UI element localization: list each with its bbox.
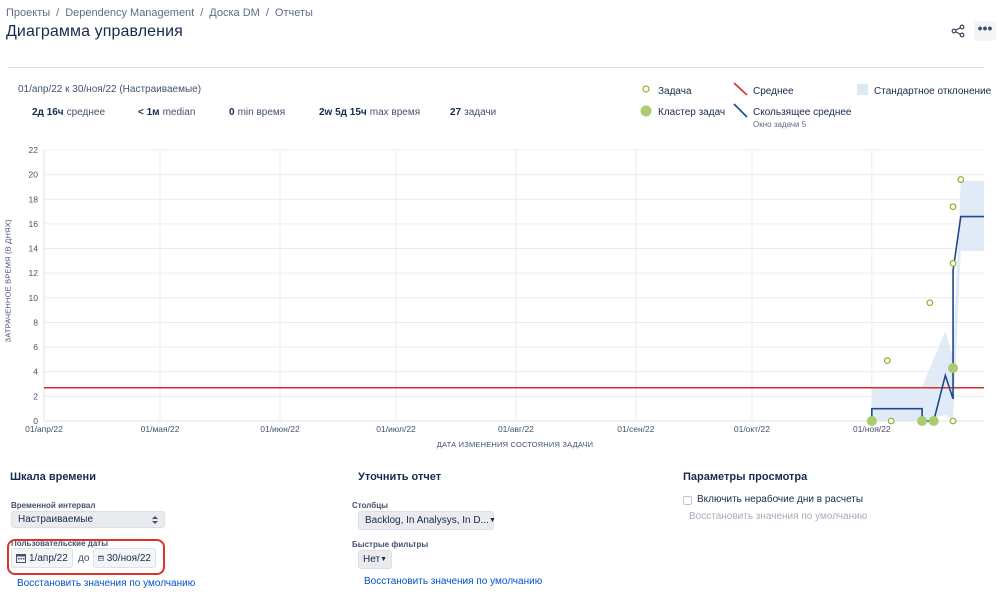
- stat-count: 27 задачи: [450, 107, 496, 118]
- stat-max: 2w 5д 15ч max время: [319, 107, 450, 118]
- refine-reset-link[interactable]: Восстановить значения по умолчанию: [364, 576, 542, 587]
- breadcrumb: Проекты / Dependency Management / Доска DM / О…: [6, 7, 313, 19]
- share-button[interactable]: [948, 21, 968, 41]
- breadcrumb-reports[interactable]: Отчеты: [275, 7, 313, 19]
- stat-min: 0 min время: [229, 107, 319, 118]
- x-tick-label: 01/мая/22: [141, 424, 180, 434]
- stat-value: < 1м: [138, 107, 160, 118]
- y-tick-label: 22: [29, 145, 39, 155]
- x-axis-label: ДАТА ИЗМЕНЕНИЯ СОСТОЯНИЯ ЗАДАЧИ: [436, 440, 594, 449]
- view-title: Параметры просмотра: [683, 471, 808, 483]
- issue-point: [949, 203, 957, 211]
- stat-label: задачи: [464, 107, 497, 118]
- view-reset-link[interactable]: Восстановить значения по умолчанию: [689, 511, 867, 522]
- issue-cluster-point: [928, 416, 939, 426]
- breadcrumb-project[interactable]: Dependency Management: [65, 7, 194, 19]
- divider: [8, 67, 984, 68]
- y-tick-label: 20: [29, 170, 39, 180]
- timeframe-title: Шкала времени: [10, 471, 96, 483]
- issue-point: [949, 259, 957, 267]
- y-tick-label: 6: [33, 342, 38, 352]
- cluster-legend-icon: [640, 105, 652, 117]
- x-tick-label: 01/сен/22: [617, 424, 655, 434]
- legend-issue: Задача: [658, 86, 692, 97]
- stat-value: 2w 5д 15ч: [319, 107, 367, 118]
- average-legend-icon: [733, 82, 748, 96]
- x-tick-label: 01/авг/22: [498, 424, 534, 434]
- filters-select[interactable]: Нет ▼: [358, 550, 392, 569]
- x-tick-label: 01/окт/22: [734, 424, 770, 434]
- issue-cluster-point: [917, 416, 928, 426]
- issue-point: [887, 417, 895, 425]
- breadcrumb-board[interactable]: Доска DM: [209, 7, 260, 19]
- stats-row: 2д 16ч среднее < 1м median 0 min время 2w 5…: [32, 107, 496, 118]
- legend-std-dev: Стандартное отклонение: [874, 86, 992, 97]
- stat-median: < 1м median: [138, 107, 229, 118]
- legend-markers: [640, 85, 652, 117]
- breadcrumb-projects[interactable]: Проекты: [6, 7, 50, 19]
- refine-title: Уточнить отчет: [358, 471, 442, 483]
- stat-value: 2д 16ч: [32, 107, 64, 118]
- issue-point: [926, 299, 934, 307]
- issue-legend-icon: [642, 85, 650, 93]
- breadcrumb-separator: /: [200, 7, 204, 19]
- columns-select[interactable]: Backlog, In Analysys, In D... ▼: [358, 511, 496, 530]
- x-tick-label: 01/июл/22: [376, 424, 416, 434]
- date-range-summary: 01/апр/22 к 30/ноя/22 (Настраиваемые): [18, 84, 202, 95]
- std-dev-legend-icon: [857, 84, 868, 95]
- updown-icon: [152, 515, 158, 524]
- issue-cluster-point: [948, 363, 959, 374]
- control-chart[interactable]: 024681012141618202201/апр/22 01/мая/22 01/…: [0, 140, 999, 440]
- stat-label: min время: [237, 107, 286, 118]
- custom-dates-highlight: [7, 539, 165, 575]
- breadcrumb-separator: /: [56, 7, 60, 19]
- filters-value: Нет: [363, 554, 381, 565]
- legend-rolling: Скользящее среднее: [753, 107, 852, 118]
- filters-label: Быстрые фильтры: [352, 540, 429, 549]
- y-tick-label: 10: [29, 293, 39, 303]
- y-tick-label: 8: [33, 317, 38, 327]
- issue-point: [957, 176, 965, 183]
- stat-value: 0: [229, 107, 235, 118]
- x-tick-label: 01/июн/22: [260, 424, 300, 434]
- stat-label: среднее: [66, 107, 106, 118]
- stat-average: 2д 16ч среднее: [32, 107, 138, 118]
- interval-value: Настраиваемые: [18, 514, 94, 525]
- y-tick-label: 2: [33, 391, 38, 401]
- legend-rolling-window: Окно задачи 5: [753, 120, 807, 129]
- x-tick-label: 01/апр/22: [25, 424, 63, 434]
- issue-cluster-point: [866, 416, 877, 426]
- legend-cluster: Кластер задач: [658, 107, 726, 118]
- more-button[interactable]: •••: [974, 21, 996, 41]
- caret-down-icon: ▼: [488, 517, 496, 524]
- breadcrumb-separator: /: [265, 7, 269, 19]
- y-tick-label: 16: [29, 219, 39, 229]
- y-tick-label: 4: [33, 367, 38, 377]
- y-tick-label: 14: [29, 244, 39, 254]
- rolling-legend-icon: [733, 103, 748, 118]
- nonworking-checkbox[interactable]: [683, 496, 692, 505]
- issue-point: [949, 417, 957, 425]
- legend-average: Среднее: [753, 86, 794, 97]
- columns-label: Столбцы: [352, 501, 388, 510]
- nonworking-label: Включить нерабочие дни в расчеты: [697, 494, 864, 505]
- timeframe-reset-link[interactable]: Восстановить значения по умолчанию: [17, 578, 195, 589]
- interval-label: Временной интервал: [11, 501, 96, 510]
- share-icon: [951, 24, 965, 38]
- columns-value: Backlog, In Analysys, In D...: [365, 515, 489, 526]
- caret-down-icon: ▼: [380, 556, 387, 563]
- page-title: Диаграмма управления: [6, 23, 183, 40]
- interval-select[interactable]: Настраиваемые: [11, 511, 165, 528]
- legend-lines: [733, 82, 748, 118]
- y-tick-label: 12: [29, 268, 39, 278]
- issue-point: [883, 357, 891, 365]
- stat-value: 27: [450, 107, 462, 118]
- more-icon: •••: [977, 20, 993, 36]
- stat-label: median: [162, 107, 196, 118]
- y-tick-label: 18: [29, 194, 39, 204]
- stat-label: max время: [369, 107, 421, 118]
